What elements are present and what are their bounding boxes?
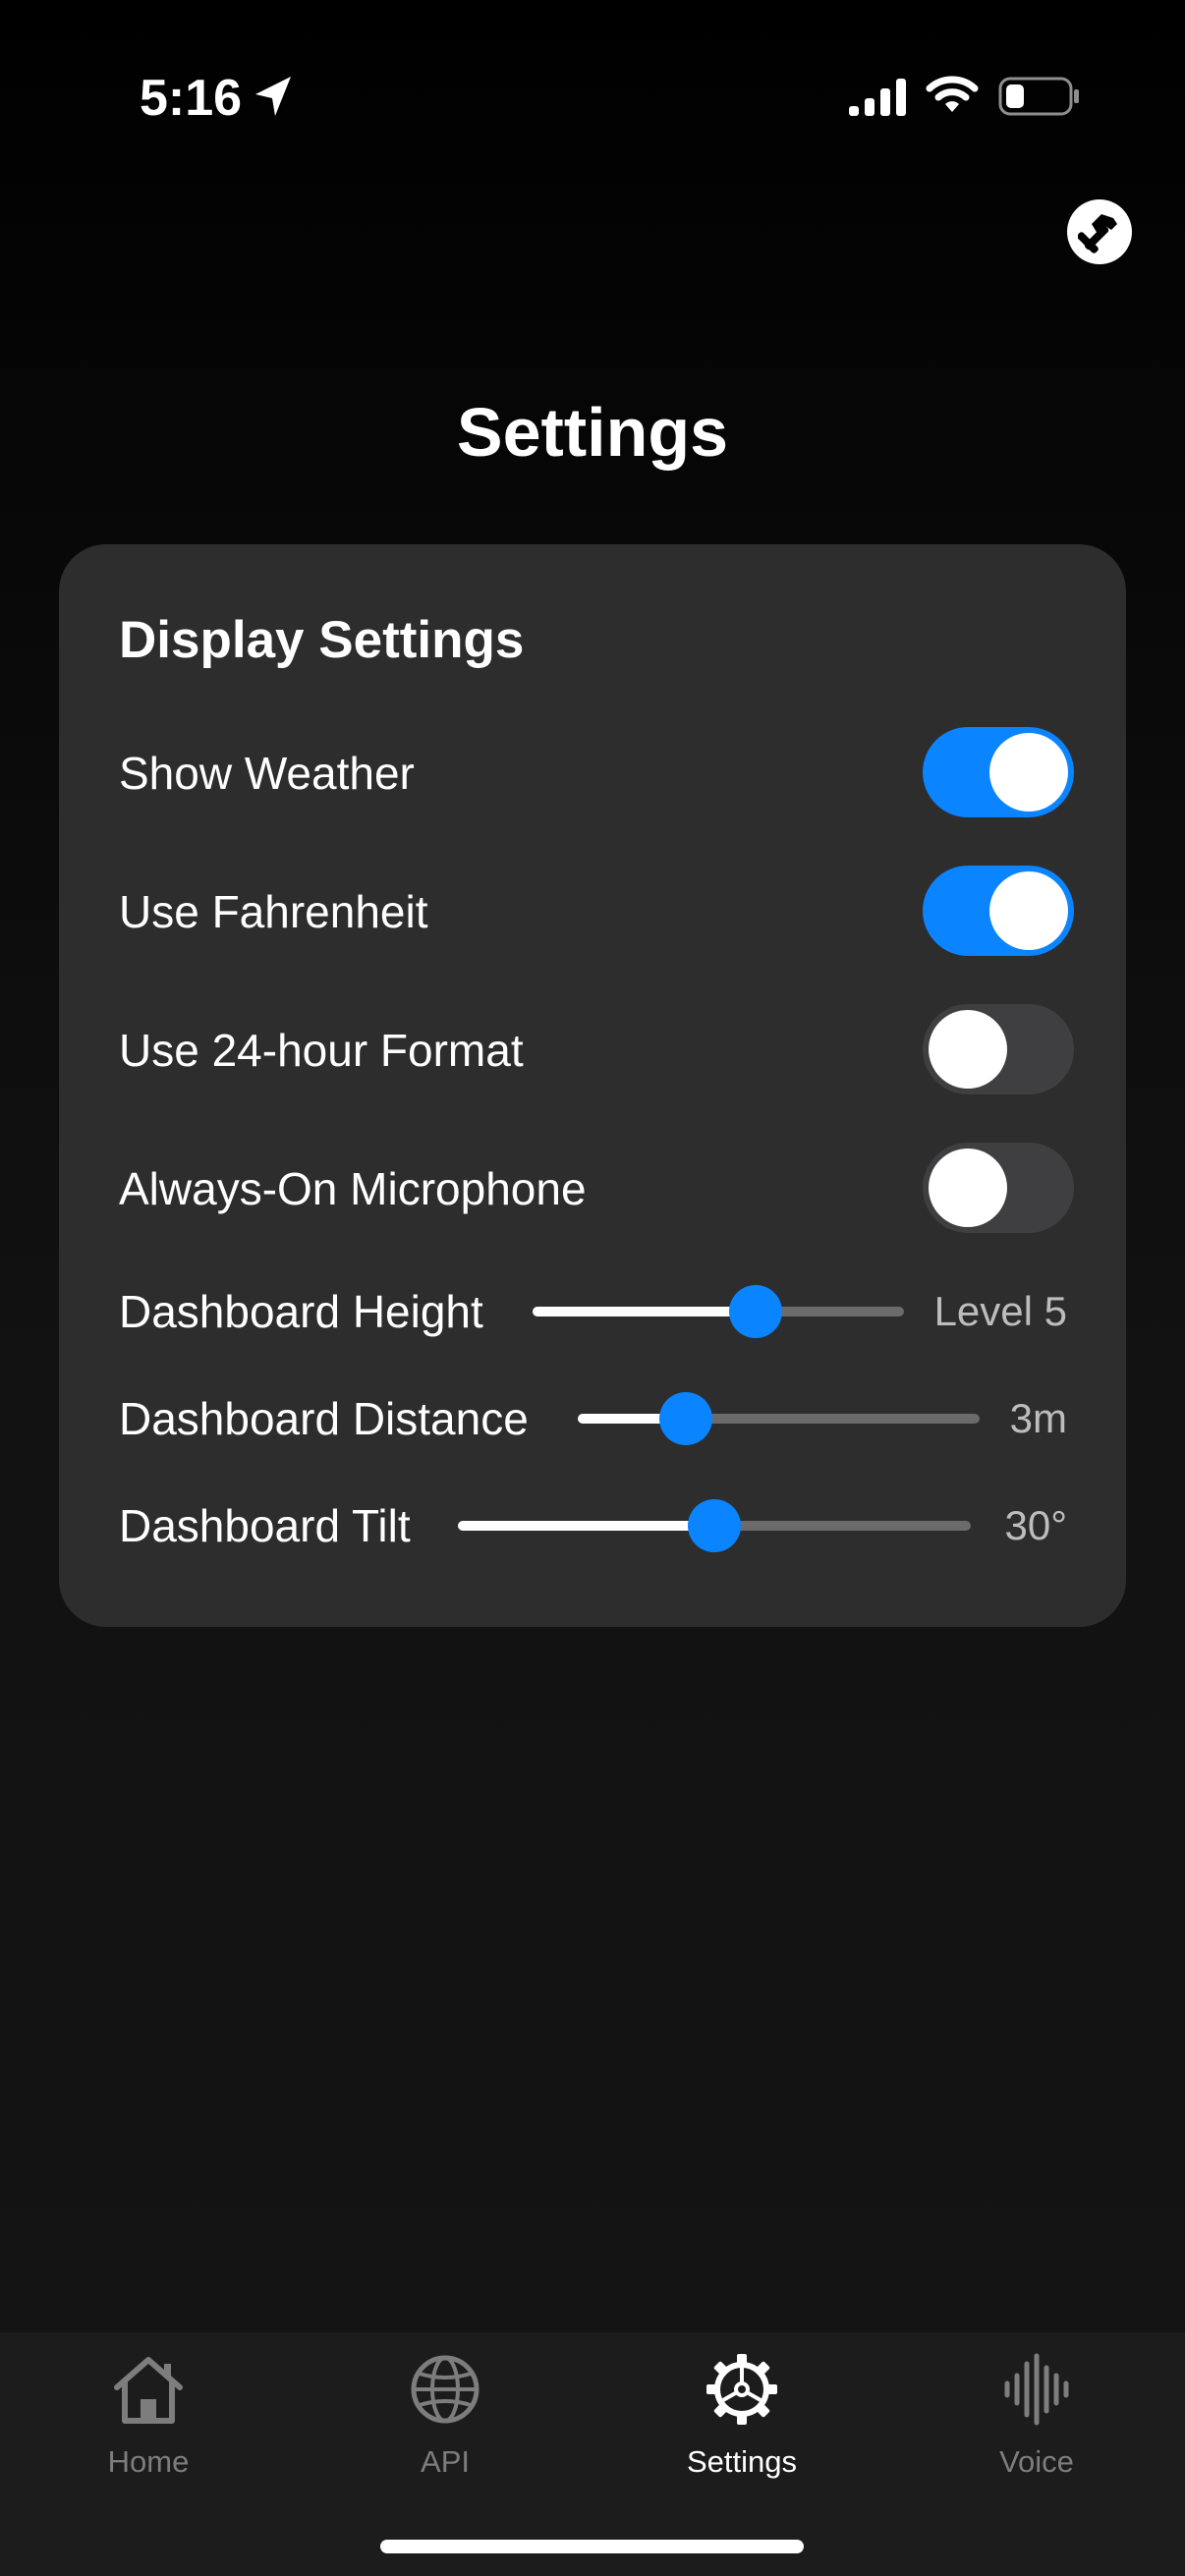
dashboard-tilt-slider[interactable]: [458, 1499, 971, 1552]
dashboard-distance-label: Dashboard Distance: [119, 1393, 529, 1444]
tab-voice-label: Voice: [999, 2444, 1074, 2479]
tab-api[interactable]: API: [297, 2332, 593, 2509]
dashboard-height-label: Dashboard Height: [119, 1286, 483, 1337]
always-on-microphone-toggle[interactable]: [923, 1143, 1074, 1233]
globe-icon: [411, 2355, 480, 2424]
tab-voice[interactable]: Voice: [888, 2332, 1185, 2509]
waveform-icon: [1004, 2353, 1069, 2426]
wifi-icon: [926, 76, 979, 112]
tools-button[interactable]: [1067, 199, 1132, 264]
slider-thumb[interactable]: [659, 1392, 713, 1445]
slider-thumb[interactable]: [728, 1285, 782, 1338]
show-weather-toggle[interactable]: [923, 727, 1074, 817]
status-bar: 5:16: [0, 0, 1185, 196]
tab-api-label: API: [421, 2444, 470, 2479]
card-title: Display Settings: [119, 611, 525, 669]
hammer-icon: [1078, 214, 1117, 253]
status-time: 5:16: [140, 70, 243, 127]
slider-fill: [533, 1307, 756, 1316]
show-weather-label: Show Weather: [119, 748, 415, 799]
dashboard-height-slider[interactable]: [533, 1285, 904, 1338]
tab-home-label: Home: [107, 2444, 190, 2479]
dashboard-height-value: Level 5: [933, 1288, 1067, 1334]
display-settings-card: Display Settings Show Weather Use Fahren…: [59, 544, 1126, 1627]
use-24-hour-format-toggle[interactable]: [923, 1004, 1074, 1094]
use-fahrenheit-toggle[interactable]: [923, 866, 1074, 956]
page-title: Settings: [456, 394, 729, 471]
toggle-knob: [989, 733, 1068, 812]
home-indicator: [380, 2540, 804, 2553]
gear-icon: [706, 2354, 777, 2425]
house-icon: [114, 2357, 183, 2424]
dashboard-distance-slider[interactable]: [578, 1392, 980, 1445]
toggle-knob: [929, 1148, 1007, 1227]
tab-settings[interactable]: Settings: [593, 2332, 890, 2509]
use-fahrenheit-label: Use Fahrenheit: [119, 886, 428, 937]
tab-settings-label: Settings: [686, 2444, 797, 2479]
dashboard-distance-value: 3m: [1009, 1395, 1067, 1441]
tab-home[interactable]: Home: [0, 2332, 297, 2509]
slider-fill: [458, 1521, 714, 1531]
dashboard-tilt-value: 30°: [1004, 1502, 1067, 1548]
use-24-hour-format-label: Use 24-hour Format: [119, 1025, 524, 1076]
cellular-signal-icon: [849, 79, 906, 116]
toggle-knob: [929, 1010, 1007, 1089]
slider-thumb[interactable]: [688, 1499, 741, 1552]
toggle-knob: [989, 871, 1068, 950]
battery-icon: [998, 77, 1079, 116]
dashboard-tilt-label: Dashboard Tilt: [119, 1500, 411, 1551]
always-on-microphone-label: Always-On Microphone: [119, 1163, 587, 1214]
location-arrow-icon: [255, 77, 291, 116]
